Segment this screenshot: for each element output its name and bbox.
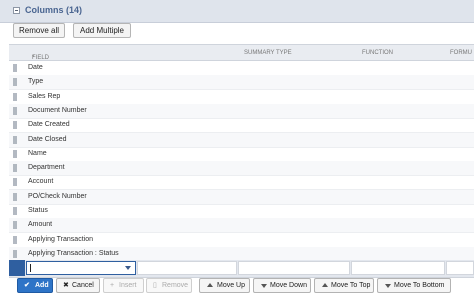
field-label: Date Closed	[28, 135, 67, 143]
add-multiple-button[interactable]: Add Multiple	[73, 23, 131, 38]
field-label: Name	[28, 149, 47, 157]
drag-handle-icon[interactable]	[13, 207, 17, 215]
drag-handle-icon[interactable]	[13, 135, 17, 144]
trash-icon: ▯	[153, 282, 157, 289]
arrow-up-icon	[207, 283, 213, 287]
drag-handle-icon[interactable]	[13, 78, 17, 87]
section-title: Columns (14)	[25, 5, 83, 15]
grid-header: FIELD * SUMMARY TYPE FUNCTION FORMU	[9, 45, 474, 61]
table-row[interactable]: Sales Rep	[9, 90, 474, 105]
drag-handle-icon[interactable]	[13, 235, 17, 244]
arrow-top-icon	[322, 283, 328, 287]
plus-icon: +	[110, 282, 115, 289]
section-header: Columns (14)	[0, 0, 474, 23]
drag-handle-icon[interactable]	[13, 221, 17, 230]
move-up-button[interactable]: Move Up	[199, 278, 250, 293]
field-label: PO/Check Number	[28, 192, 87, 200]
function-cell[interactable]	[238, 261, 350, 275]
field-label: Type	[28, 78, 44, 86]
arrow-bottom-icon	[385, 284, 391, 288]
table-row[interactable]: Amount	[9, 218, 474, 234]
columns-grid: FIELD * SUMMARY TYPE FUNCTION FORMU Date T…	[9, 44, 474, 278]
field-label: Date Created	[28, 121, 70, 129]
drag-handle-icon[interactable]	[13, 178, 17, 187]
field-label: Account	[28, 178, 54, 186]
cancel-button[interactable]: ✖ Cancel	[56, 278, 100, 293]
drag-handle-icon[interactable]	[13, 149, 17, 158]
field-label: Date	[28, 64, 43, 71]
arrow-down-icon	[261, 284, 267, 288]
move-to-top-button[interactable]: Move To Top	[314, 278, 374, 293]
formula-column-header: FORMU	[450, 50, 472, 56]
row-edit-marker	[9, 260, 25, 276]
remove-all-button[interactable]: Remove all	[13, 23, 65, 38]
drag-handle-icon[interactable]	[13, 249, 17, 258]
field-label: Applying Transaction	[28, 235, 93, 243]
x-icon: ✖	[63, 282, 69, 289]
table-row[interactable]: Type	[9, 75, 474, 91]
formula-cell[interactable]	[351, 261, 445, 275]
table-row[interactable]: Date Created	[9, 118, 474, 134]
function-column-header: FUNCTION	[362, 50, 393, 56]
table-row[interactable]: Applying Transaction	[9, 233, 474, 248]
extra-cell[interactable]	[446, 261, 474, 275]
collapse-toggle-icon[interactable]	[13, 7, 20, 14]
remove-button[interactable]: ▯ Remove	[146, 278, 192, 293]
add-button[interactable]: ✔ Add	[17, 278, 53, 293]
table-row[interactable]: Date Closed	[9, 132, 474, 148]
field-label: Document Number	[28, 106, 87, 114]
drag-handle-icon[interactable]	[13, 64, 17, 72]
field-label: Sales Rep	[28, 92, 61, 100]
field-label: Applying Transaction : Status	[28, 249, 119, 257]
table-row[interactable]: Status	[9, 204, 474, 219]
new-row-editor	[9, 260, 474, 278]
insert-button[interactable]: + Insert	[103, 278, 144, 293]
drag-handle-icon[interactable]	[13, 121, 17, 130]
chevron-down-icon[interactable]	[125, 266, 131, 270]
drag-handle-icon[interactable]	[13, 164, 17, 173]
drag-handle-icon[interactable]	[13, 92, 17, 101]
table-row[interactable]: Document Number	[9, 103, 474, 119]
drag-handle-icon[interactable]	[13, 106, 17, 115]
field-label: Department	[28, 164, 65, 172]
field-label: Amount	[28, 221, 53, 229]
summary-type-column-header: SUMMARY TYPE	[244, 50, 292, 56]
table-row[interactable]: PO/Check Number	[9, 189, 474, 205]
text-caret	[30, 264, 31, 272]
field-select[interactable]	[26, 261, 136, 275]
move-to-bottom-button[interactable]: Move To Bottom	[377, 278, 451, 293]
table-row[interactable]: Department	[9, 161, 474, 177]
table-row[interactable]: Date	[9, 61, 474, 76]
move-down-button[interactable]: Move Down	[253, 278, 311, 293]
table-row[interactable]: Name	[9, 147, 474, 162]
field-label: Status	[28, 207, 48, 214]
summary-type-cell[interactable]	[137, 261, 237, 275]
check-icon: ✔	[24, 282, 30, 289]
drag-handle-icon[interactable]	[13, 192, 17, 201]
table-row[interactable]: Account	[9, 175, 474, 191]
